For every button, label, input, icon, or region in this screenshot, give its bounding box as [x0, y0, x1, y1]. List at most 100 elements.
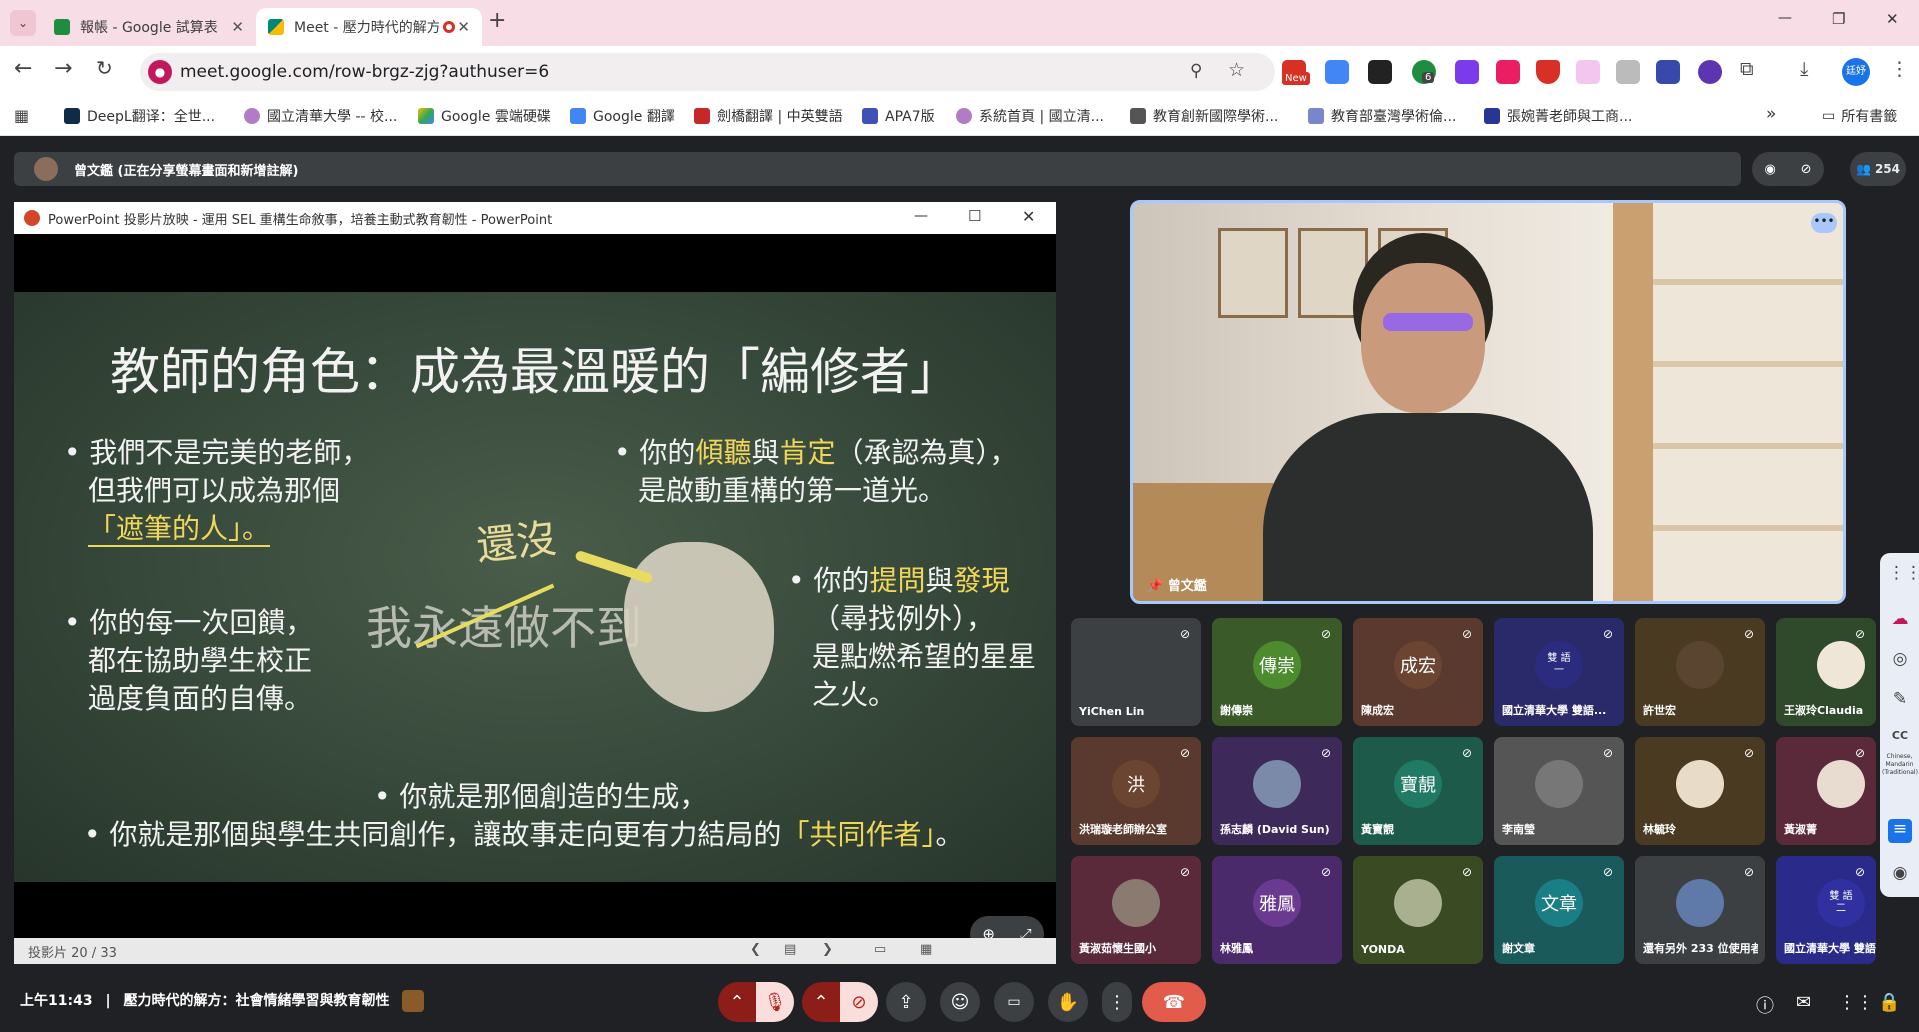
new-tab-button[interactable]: + — [488, 8, 506, 33]
participant-name: 國立清華大學 雙語... — [1784, 942, 1876, 955]
present-button[interactable]: ⇪ — [886, 982, 926, 1022]
participants-button[interactable]: 👥 254 — [1850, 152, 1906, 186]
participant-tile[interactable]: ⊘ 雙 語 一國立清華大學 雙語... — [1494, 618, 1624, 726]
emoji-button[interactable]: ☺ — [940, 982, 980, 1022]
participant-tile[interactable]: ⊘雙 語 二國立清華大學 雙語... — [1776, 856, 1876, 964]
participant-tile[interactable]: ⊘ 孫志麟 (David Sun) — [1212, 737, 1342, 845]
minimize-button[interactable]: — — [1778, 10, 1792, 26]
bookmark-item[interactable]: DeepL翻译：全世... — [64, 106, 215, 126]
participant-tile[interactable]: ⊘ 洪洪瑞璇老師辦公室 — [1071, 737, 1201, 845]
shield-icon[interactable] — [1536, 60, 1560, 84]
bookmark-item[interactable]: 教育創新國際學術... — [1130, 106, 1278, 126]
prev-slide-icon[interactable]: ❮ — [750, 942, 761, 957]
tab-sheets[interactable]: 報帳 - Google 試算表 ✕ — [42, 8, 256, 46]
camera-off-button[interactable]: ⊘ — [840, 982, 878, 1022]
extension-icon[interactable] — [1698, 60, 1722, 84]
close-icon[interactable]: ✕ — [231, 18, 244, 36]
nthu-icon — [244, 108, 260, 124]
participant-tile[interactable]: ⊘ YONDA — [1353, 856, 1483, 964]
tab-search-icon[interactable]: ⌄ — [10, 10, 36, 36]
bookmark-item[interactable]: 教育部臺灣學術倫... — [1308, 106, 1456, 126]
back-icon[interactable]: ← — [14, 56, 32, 81]
notes-icon[interactable]: ≡ — [1888, 819, 1912, 843]
mic-off-icon: ⊘ — [1179, 746, 1191, 760]
bookmarks-overflow[interactable]: » — [1766, 104, 1776, 124]
chat-icon[interactable]: ✉ — [1796, 992, 1811, 1013]
participant-tile[interactable]: ⊘ 黃淑菁 — [1776, 737, 1876, 845]
bookmark-item[interactable]: 張婉菁老師與工商... — [1484, 106, 1632, 126]
close-window-button[interactable]: ✕ — [1886, 10, 1899, 28]
extension-icon[interactable] — [1496, 60, 1520, 84]
participant-tile[interactable]: ⊘ 還有另外 233 位使用者 — [1635, 856, 1765, 964]
participant-tile[interactable]: ⊘ 傳崇 謝傳崇 — [1212, 618, 1342, 726]
raise-hand-button[interactable]: ✋ — [1048, 982, 1088, 1022]
zoom-icon[interactable]: ⚲ — [1190, 61, 1202, 81]
pen-icon[interactable]: ✎ — [1888, 689, 1912, 713]
apps-icon[interactable]: ▦ — [14, 106, 29, 125]
extension-icon[interactable] — [1455, 60, 1479, 84]
bookmark-item[interactable]: 劍橋翻譯 | 中英雙語 — [694, 106, 843, 126]
lock-icon[interactable]: 🔒 — [1878, 992, 1900, 1013]
extension-icon[interactable] — [1368, 60, 1392, 84]
maximize-button[interactable]: ☐ — [968, 207, 981, 225]
bookmark-item[interactable]: 國立清華大學 -- 校... — [244, 106, 397, 126]
extension-icon[interactable] — [1616, 60, 1640, 84]
speaker-tile[interactable]: ••• 📌 曾文鑑 — [1130, 200, 1846, 604]
participant-tile[interactable]: ⊘ 雅鳳 林雅鳳 — [1212, 856, 1342, 964]
mic-icon[interactable]: ● — [148, 60, 172, 84]
translate-icon[interactable] — [1325, 60, 1349, 84]
browser-toolbar: ← → ↻ ● meet.google.com/row-brgz-zjg?aut… — [0, 46, 1919, 98]
participant-tile[interactable]: ⊘ 黃淑茹懷生國小 — [1071, 856, 1201, 964]
leave-call-button[interactable]: ☎ — [1142, 982, 1206, 1022]
cc-icon[interactable]: CC — [1888, 729, 1912, 753]
bookmark-item[interactable]: Google 雲端硬碟 — [418, 106, 551, 126]
participant-tile[interactable]: ⊘ 林毓玲 — [1635, 737, 1765, 845]
all-bookmarks[interactable]: ▭ 所有書籤 — [1822, 106, 1897, 126]
camera-icon[interactable]: ◉ — [1888, 863, 1912, 887]
address-bar[interactable]: ● meet.google.com/row-brgz-zjg?authuser=… — [140, 53, 1275, 91]
slide-menu-icon[interactable]: ▤ — [784, 942, 796, 957]
participant-tile[interactable]: ⊘ 許世宏 — [1635, 618, 1765, 726]
next-slide-icon[interactable]: ❯ — [822, 942, 833, 957]
mic-off-button[interactable]: 🎙 — [756, 982, 794, 1022]
participant-tile[interactable]: ⊘ YiChen Lin — [1071, 618, 1201, 726]
forward-icon[interactable]: → — [54, 56, 72, 81]
minimize-button[interactable]: — — [914, 208, 928, 224]
close-button[interactable]: ✕ — [1022, 207, 1035, 226]
participant-tile[interactable]: ⊘ 成宏 陳成宏 — [1353, 618, 1483, 726]
reload-icon[interactable]: ↻ — [96, 56, 113, 80]
participant-tile[interactable]: ⊘ 李南瑩 — [1494, 737, 1624, 845]
participant-tile[interactable]: ⊘ 文章 謝文章 — [1494, 856, 1624, 964]
apps-icon[interactable]: ⋮⋮ — [1888, 563, 1919, 587]
close-icon[interactable]: ✕ — [457, 18, 470, 36]
tab-meet[interactable]: Meet - 壓力時代的解方：社 ✕ — [256, 8, 482, 46]
extension-icon[interactable] — [1576, 60, 1600, 84]
info-icon[interactable]: ⓘ — [1756, 992, 1774, 1018]
bookmark-star-icon[interactable]: ☆ — [1228, 59, 1245, 81]
effects-icon[interactable]: ☁ — [1888, 609, 1912, 633]
sorter-view-icon[interactable]: ▦ — [920, 942, 932, 957]
activities-icon[interactable]: ⋮⋮ — [1838, 992, 1874, 1013]
bookmark-item[interactable]: 系統首頁 | 國立清... — [956, 106, 1104, 126]
video-options-icon[interactable]: ⌃ — [802, 982, 840, 1022]
more-options-button[interactable]: ⋮ — [1102, 982, 1132, 1022]
bookmark-item[interactable]: Google 翻譯 — [570, 106, 675, 126]
recording-controls[interactable]: ◉ ⊘ — [1752, 152, 1824, 186]
participant-tile[interactable]: ⊘ 寶靚 黃寶靚 — [1353, 737, 1483, 845]
captions-button[interactable]: ▭ — [994, 982, 1034, 1022]
people-icon: 👥 — [1855, 162, 1871, 176]
profile-avatar[interactable]: 廷妤 — [1842, 58, 1870, 86]
extension-icon[interactable] — [1656, 60, 1680, 84]
bookmark-item[interactable]: APA7版 — [862, 106, 935, 126]
normal-view-icon[interactable]: ▭ — [874, 942, 886, 957]
puzzle-icon[interactable]: ⧉ — [1740, 58, 1754, 80]
download-icon[interactable]: ⤓ — [1800, 58, 1808, 80]
slide-bullet: • 你就是那個創造的生成， — [374, 780, 708, 813]
more-options-icon[interactable]: ••• — [1811, 213, 1837, 233]
mic-off-icon: ⊘ — [1602, 746, 1614, 760]
participant-tile[interactable]: ⊘ 王淑玲Claudia — [1776, 618, 1876, 726]
restore-button[interactable]: ❐ — [1832, 10, 1845, 28]
more-icon[interactable]: ⋮ — [1890, 58, 1909, 80]
chat-bubble-icon[interactable]: ◎ — [1888, 649, 1912, 673]
audio-options-icon[interactable]: ⌃ — [718, 982, 756, 1022]
